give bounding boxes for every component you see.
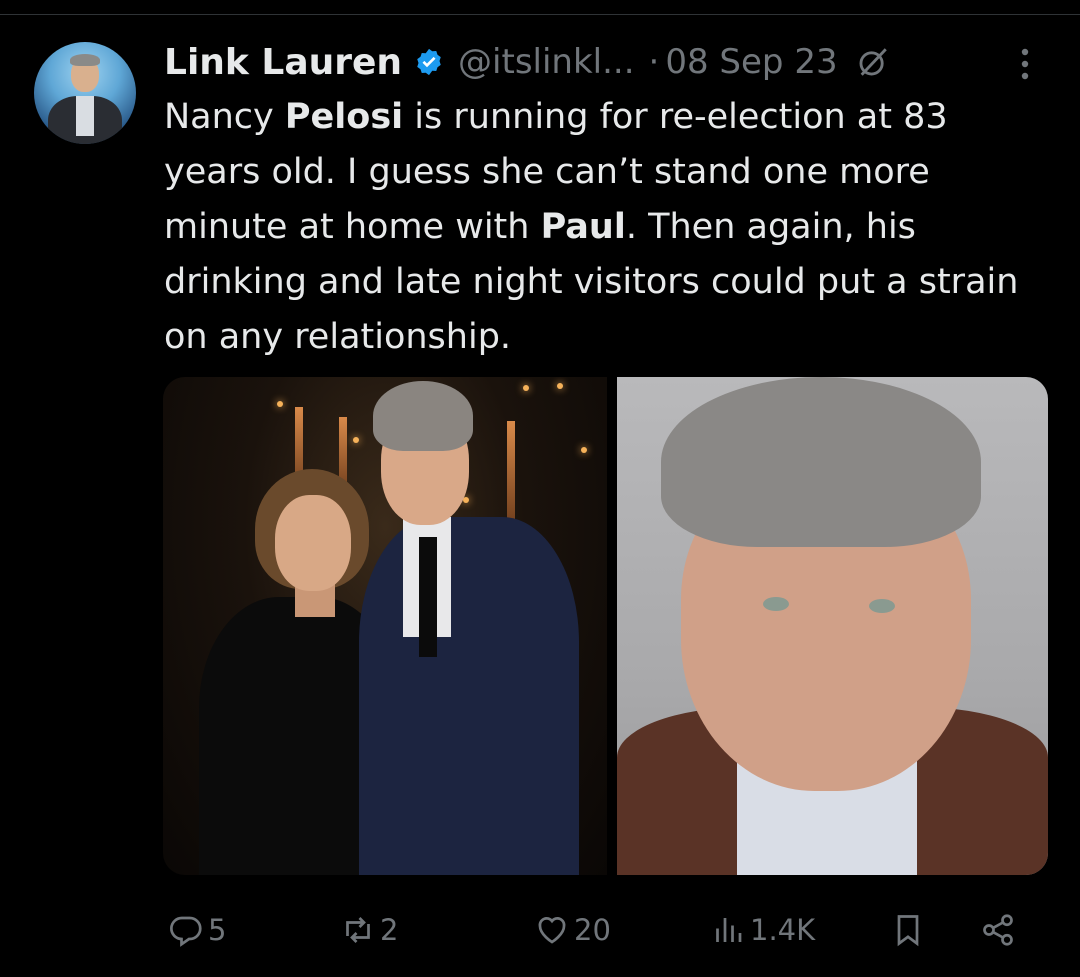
- views-count: 1.4K: [750, 913, 816, 947]
- like-count: 20: [574, 913, 611, 947]
- more-vertical-icon[interactable]: [1014, 46, 1036, 82]
- tweet-media: [163, 377, 1048, 875]
- author-handle[interactable]: @itslinkl...: [458, 42, 635, 82]
- views-button[interactable]: 1.4K: [710, 902, 815, 958]
- author-avatar[interactable]: [34, 42, 136, 144]
- tweet-header: Link Lauren @itslinkl... · 08 Sep 23: [164, 38, 890, 86]
- tweet-actions: 5 2 20 1.4K: [164, 902, 1034, 958]
- bookmark-button[interactable]: [890, 902, 926, 958]
- analytics-icon: [716, 918, 742, 942]
- share-icon: [983, 914, 1013, 946]
- repost-count: 2: [380, 913, 399, 947]
- grok-icon[interactable]: [856, 45, 890, 79]
- repost-icon: [346, 917, 370, 943]
- reply-button[interactable]: 5: [168, 902, 226, 958]
- repost-button[interactable]: 2: [340, 902, 398, 958]
- mention-paul: Paul: [540, 207, 626, 247]
- header-separator: ·: [648, 42, 660, 82]
- tweet-text: Nancy Pelosi is running for re-election …: [164, 97, 1019, 357]
- reply-icon: [170, 916, 202, 947]
- bookmark-icon: [897, 915, 919, 947]
- heart-icon: [538, 917, 566, 944]
- author-display-name[interactable]: Link Lauren: [164, 42, 402, 83]
- tweet-date[interactable]: 08 Sep 23: [665, 42, 837, 82]
- media-photo-portrait[interactable]: [617, 377, 1048, 875]
- tweet[interactable]: Link Lauren @itslinkl... · 08 Sep 23 Nan…: [0, 0, 1080, 977]
- like-button[interactable]: 20: [534, 902, 611, 958]
- verified-badge-icon: [417, 48, 441, 76]
- share-button[interactable]: [980, 902, 1016, 958]
- media-photo-couple[interactable]: [163, 377, 607, 875]
- reply-count: 5: [208, 913, 227, 947]
- mention-pelosi: Pelosi: [284, 97, 404, 137]
